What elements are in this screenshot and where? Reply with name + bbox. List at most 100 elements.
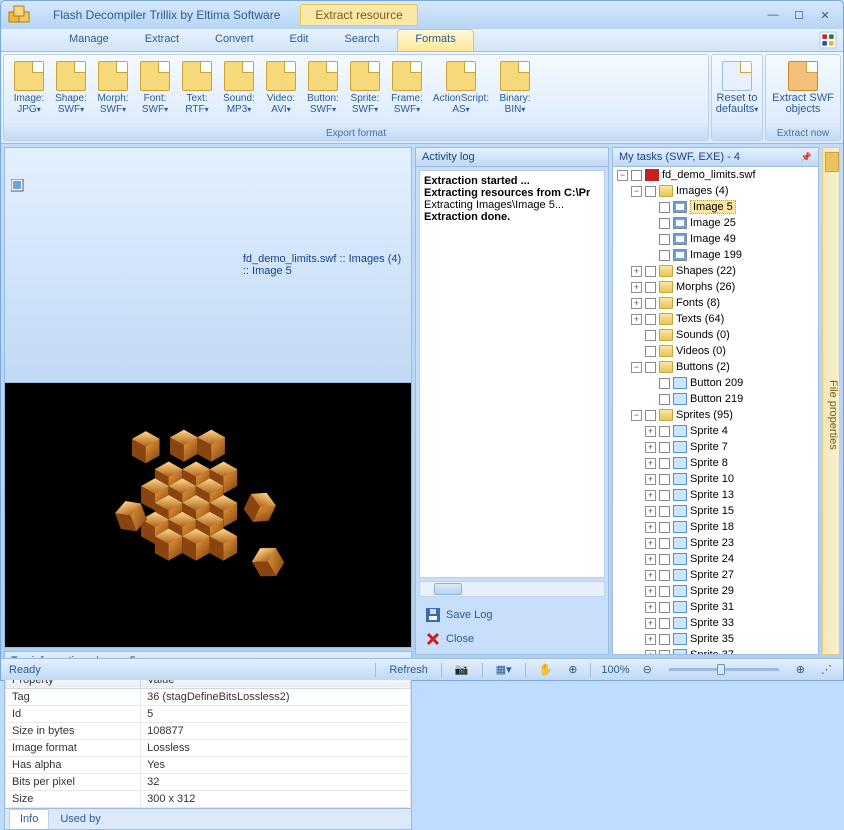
expand-icon[interactable]: + bbox=[645, 634, 656, 645]
checkbox[interactable] bbox=[659, 602, 670, 613]
checkbox[interactable] bbox=[659, 218, 670, 229]
tree-item[interactable]: −Buttons (2) bbox=[613, 359, 818, 375]
tree-item[interactable]: Image 49 bbox=[613, 231, 818, 247]
format-morph-button[interactable]: Morph:SWF▾ bbox=[92, 57, 134, 119]
save-log-button[interactable]: Save Log bbox=[419, 603, 605, 627]
options-icon[interactable] bbox=[819, 31, 837, 49]
resize-grip-icon[interactable]: ⋰ bbox=[818, 663, 835, 676]
tree-item[interactable]: +Sprite 29 bbox=[613, 583, 818, 599]
tab-info[interactable]: Info bbox=[9, 809, 49, 829]
checkbox[interactable] bbox=[645, 266, 656, 277]
checkbox[interactable] bbox=[659, 474, 670, 485]
format-frame-button[interactable]: Frame:SWF▾ bbox=[386, 57, 428, 119]
expand-icon[interactable]: + bbox=[631, 266, 642, 277]
expand-icon[interactable]: + bbox=[645, 426, 656, 437]
zoom-out-button[interactable]: ⊖ bbox=[640, 663, 655, 676]
format-text-button[interactable]: Text:RTF▾ bbox=[176, 57, 218, 119]
tree-item[interactable]: +Sprite 35 bbox=[613, 631, 818, 647]
format-button-button[interactable]: Button:SWF▾ bbox=[302, 57, 344, 119]
checkbox[interactable] bbox=[659, 570, 670, 581]
tree-item[interactable]: +Sprite 13 bbox=[613, 487, 818, 503]
expand-icon[interactable]: + bbox=[645, 586, 656, 597]
tree-item[interactable]: +Sprite 33 bbox=[613, 615, 818, 631]
expand-icon[interactable]: + bbox=[645, 522, 656, 533]
checkbox[interactable] bbox=[659, 378, 670, 389]
zoom-in-button[interactable]: ⊕ bbox=[793, 663, 808, 676]
tree-item[interactable]: +Sprite 24 bbox=[613, 551, 818, 567]
format-actionscript-button[interactable]: ActionScript:AS▾ bbox=[428, 57, 494, 119]
expand-icon[interactable]: + bbox=[645, 618, 656, 629]
expand-icon[interactable]: + bbox=[631, 298, 642, 309]
checkbox[interactable] bbox=[631, 170, 642, 181]
tree-root[interactable]: −fd_demo_limits.swf bbox=[613, 167, 818, 183]
expand-icon[interactable]: + bbox=[645, 490, 656, 501]
format-image-button[interactable]: Image:JPG▾ bbox=[8, 57, 50, 119]
hand-icon[interactable]: ✋ bbox=[536, 663, 556, 676]
tree-item[interactable]: +Morphs (26) bbox=[613, 279, 818, 295]
tree-item[interactable]: +Sprite 27 bbox=[613, 567, 818, 583]
menu-edit[interactable]: Edit bbox=[272, 29, 327, 51]
checkbox[interactable] bbox=[659, 650, 670, 655]
expand-icon[interactable]: + bbox=[631, 314, 642, 325]
zoom-slider[interactable] bbox=[669, 668, 779, 671]
close-button[interactable]: ✕ bbox=[813, 6, 837, 24]
format-font-button[interactable]: Font:SWF▾ bbox=[134, 57, 176, 119]
checkbox[interactable] bbox=[645, 186, 656, 197]
checkbox[interactable] bbox=[659, 634, 670, 645]
format-video-button[interactable]: Video:AVI▾ bbox=[260, 57, 302, 119]
expand-icon[interactable]: + bbox=[645, 602, 656, 613]
checkbox[interactable] bbox=[645, 314, 656, 325]
maximize-button[interactable]: ☐ bbox=[787, 6, 811, 24]
checkbox[interactable] bbox=[645, 362, 656, 373]
tree-item[interactable]: +Sprite 37 bbox=[613, 647, 818, 654]
expand-icon[interactable]: + bbox=[645, 506, 656, 517]
tree-item[interactable]: Button 209 bbox=[613, 375, 818, 391]
checkbox[interactable] bbox=[659, 554, 670, 565]
tree-item[interactable]: +Sprite 4 bbox=[613, 423, 818, 439]
tree-item[interactable]: +Sprite 23 bbox=[613, 535, 818, 551]
checkbox[interactable] bbox=[659, 618, 670, 629]
pin-icon[interactable]: 📌 bbox=[801, 152, 812, 163]
target-icon[interactable]: ⊕ bbox=[565, 663, 580, 676]
tree-item[interactable]: Button 219 bbox=[613, 391, 818, 407]
tree-item[interactable]: +Texts (64) bbox=[613, 311, 818, 327]
checkbox[interactable] bbox=[659, 234, 670, 245]
menu-convert[interactable]: Convert bbox=[197, 29, 272, 51]
menu-formats[interactable]: Formats bbox=[397, 29, 473, 51]
checkbox[interactable] bbox=[659, 394, 670, 405]
tree-item[interactable]: +Sprite 31 bbox=[613, 599, 818, 615]
minimize-button[interactable]: — bbox=[761, 6, 785, 24]
camera-icon[interactable]: 📷 bbox=[452, 663, 472, 676]
checkbox[interactable] bbox=[645, 346, 656, 357]
format-sound-button[interactable]: Sound:MP3▾ bbox=[218, 57, 260, 119]
context-tab[interactable]: Extract resource bbox=[300, 4, 417, 26]
tab-usedby[interactable]: Used by bbox=[49, 809, 111, 829]
refresh-button[interactable]: Refresh bbox=[386, 664, 431, 676]
format-shape-button[interactable]: Shape:SWF▾ bbox=[50, 57, 92, 119]
checkbox[interactable] bbox=[659, 442, 670, 453]
expand-icon[interactable]: − bbox=[631, 186, 642, 197]
tasks-tree[interactable]: −fd_demo_limits.swf−Images (4)Image 5Ima… bbox=[613, 167, 818, 654]
extract-swf-button[interactable]: Extract SWFobjects bbox=[770, 57, 836, 119]
close-log-button[interactable]: Close bbox=[419, 627, 605, 651]
checkbox[interactable] bbox=[659, 426, 670, 437]
checkbox[interactable] bbox=[659, 490, 670, 501]
tree-item[interactable]: +Sprite 7 bbox=[613, 439, 818, 455]
format-binary-button[interactable]: Binary:BIN▾ bbox=[494, 57, 536, 119]
tree-item[interactable]: Videos (0) bbox=[613, 343, 818, 359]
checkbox[interactable] bbox=[659, 506, 670, 517]
file-properties-tab[interactable]: File properties bbox=[822, 147, 840, 655]
tree-item[interactable]: −Images (4) bbox=[613, 183, 818, 199]
checkbox[interactable] bbox=[645, 298, 656, 309]
expand-icon[interactable]: + bbox=[645, 650, 656, 655]
checkbox[interactable] bbox=[659, 202, 670, 213]
checkbox[interactable] bbox=[659, 458, 670, 469]
tree-item[interactable]: +Sprite 15 bbox=[613, 503, 818, 519]
menu-search[interactable]: Search bbox=[327, 29, 398, 51]
menu-extract[interactable]: Extract bbox=[127, 29, 197, 51]
checkbox[interactable] bbox=[645, 282, 656, 293]
checkbox[interactable] bbox=[659, 250, 670, 261]
tree-item[interactable]: Sounds (0) bbox=[613, 327, 818, 343]
expand-icon[interactable]: + bbox=[645, 474, 656, 485]
tree-item[interactable]: −Sprites (95) bbox=[613, 407, 818, 423]
